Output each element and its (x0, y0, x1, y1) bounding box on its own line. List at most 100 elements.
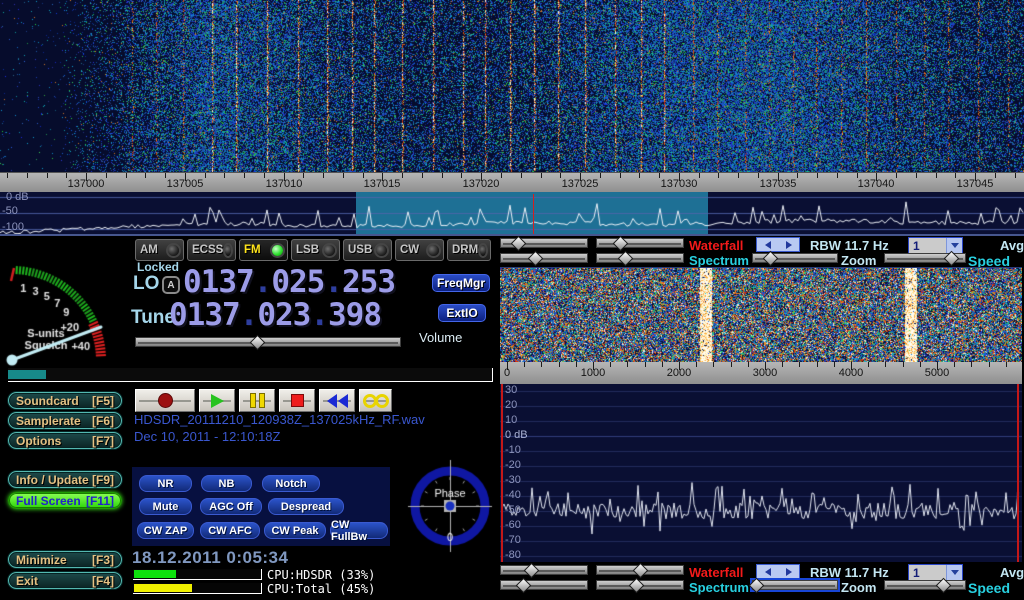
mode-cw-button[interactable]: CW (395, 239, 444, 261)
minor-tick (205, 173, 206, 178)
volume-slider[interactable] (135, 337, 401, 347)
squelch-slider[interactable] (8, 368, 493, 382)
nb-button[interactable]: NB (201, 475, 252, 492)
minor-tick (713, 362, 714, 367)
db-tick-label: -30 (505, 475, 521, 486)
play-button[interactable] (199, 389, 235, 412)
main-spectrum-display[interactable]: 0 dB-50-100 (0, 192, 1024, 236)
scroll-left-icon[interactable] (757, 565, 778, 578)
db-tick-label: -50 (505, 505, 521, 516)
agc-off-button[interactable]: AGC Off (200, 498, 262, 515)
extio-button[interactable]: ExtIO (438, 304, 486, 322)
scroll-left-icon[interactable] (757, 238, 778, 251)
scroll-right-icon[interactable] (778, 238, 799, 251)
waterfall-contrast-slider-bottom[interactable] (596, 565, 684, 575)
main-waterfall-display[interactable] (0, 0, 1024, 172)
mode-lsb-button[interactable]: LSB (291, 239, 340, 261)
lo-frequency-display[interactable]: 0137.025.253 (183, 266, 395, 299)
spectrum-brightness-slider[interactable] (500, 253, 588, 263)
slider-thumb[interactable] (748, 578, 764, 594)
band-scrollbar[interactable] (756, 237, 800, 252)
minor-tick (126, 173, 127, 178)
cw-fullbw-button[interactable]: CW FullBw (330, 522, 388, 539)
db-tick-label: -60 (505, 520, 521, 531)
scroll-right-icon[interactable] (778, 565, 799, 578)
avg-dropdown[interactable]: 1 (908, 237, 963, 254)
rewind-button[interactable] (319, 389, 355, 412)
frequency-tick-label: 4000 (839, 367, 863, 379)
slider-thumb[interactable] (763, 251, 779, 267)
auto-lo-button[interactable]: A (162, 276, 180, 294)
samplerate-button[interactable]: Samplerate[F6] (8, 412, 122, 429)
mode-drm-button[interactable]: DRM (447, 239, 491, 261)
slider-thumb[interactable] (511, 236, 527, 252)
spectrum-brightness-slider-bottom[interactable] (500, 580, 588, 590)
mode-ecss-button[interactable]: ECSS (187, 239, 236, 261)
zoom-slider[interactable] (752, 253, 838, 263)
nr-button[interactable]: NR (139, 475, 192, 492)
slider-thumb[interactable] (613, 236, 629, 252)
freq-mgr-button[interactable]: FreqMgr (432, 274, 490, 292)
notch-button[interactable]: Notch (262, 475, 320, 492)
waterfall-contrast-slider[interactable] (596, 238, 684, 248)
mode-label: LSB (296, 244, 322, 256)
minor-tick (738, 173, 739, 178)
frequency-tick-label: 2000 (667, 367, 691, 379)
cw-zap-button[interactable]: CW ZAP (137, 522, 194, 539)
slider-thumb[interactable] (935, 578, 951, 594)
mode-am-button[interactable]: AM (135, 239, 184, 261)
band-edge-marker-left (501, 384, 503, 562)
band-scrollbar-bottom[interactable] (756, 564, 800, 579)
slider-thumb[interactable] (944, 251, 960, 267)
cw-peak-button[interactable]: CW Peak (264, 522, 326, 539)
minor-tick (834, 362, 835, 367)
led-icon (324, 245, 335, 256)
mode-fm-button[interactable]: FM (239, 239, 288, 261)
dropdown-arrow-icon[interactable] (946, 238, 962, 253)
spectrum-contrast-slider[interactable] (596, 253, 684, 263)
dropdown-arrow-icon[interactable] (946, 565, 962, 580)
db-tick-label: 0 dB (505, 430, 528, 441)
button-key: [F5] (92, 394, 114, 408)
slider-thumb[interactable] (633, 563, 649, 579)
loop-button[interactable] (359, 389, 392, 412)
minor-tick (903, 362, 904, 367)
avg-dropdown-bottom[interactable]: 1 (908, 564, 963, 581)
cpu-total-label: CPU:Total (45%) (267, 582, 375, 596)
info-update-button[interactable]: Info / Update[F9] (8, 471, 122, 488)
frequency-scale[interactable]: 1370001370051370101370151370201370251370… (0, 172, 1024, 192)
spectrum-contrast-slider-bottom[interactable] (596, 580, 684, 590)
speed-slider[interactable] (884, 253, 966, 263)
waterfall-brightness-slider[interactable] (500, 238, 588, 248)
speed-slider-bottom[interactable] (884, 580, 966, 590)
waterfall-brightness-slider-bottom[interactable] (500, 565, 588, 575)
minor-tick (954, 362, 955, 367)
slider-thumb[interactable] (628, 578, 644, 594)
options-button[interactable]: Options[F7] (8, 432, 122, 449)
record-icon (158, 393, 173, 408)
slider-thumb[interactable] (250, 335, 266, 351)
audio-spectrum-display[interactable]: 3020100 dB-10-20-30-40-50-60-70-80 (500, 384, 1022, 562)
slider-thumb[interactable] (515, 578, 531, 594)
slider-thumb[interactable] (617, 251, 633, 267)
cpu-hdsdr-bar (133, 569, 262, 580)
cw-afc-button[interactable]: CW AFC (200, 522, 260, 539)
fullscreen-button[interactable]: Full Screen[F11] (8, 492, 122, 509)
audio-waterfall-display[interactable] (500, 267, 1022, 363)
stop-button[interactable] (279, 389, 315, 412)
zoom-slider-bottom[interactable] (752, 580, 838, 590)
mode-usb-button[interactable]: USB (343, 239, 392, 261)
minor-tick (524, 362, 525, 367)
tune-frequency-display[interactable]: 0137.023.398 (169, 299, 381, 332)
pause-button[interactable] (239, 389, 275, 412)
slider-thumb[interactable] (528, 251, 544, 267)
audio-frequency-scale[interactable]: 010002000300040005000 (500, 362, 1022, 384)
despread-button[interactable]: Despread (268, 498, 344, 515)
slider-thumb[interactable] (524, 563, 540, 579)
minimize-button[interactable]: Minimize[F3] (8, 551, 122, 568)
record-button[interactable] (135, 389, 195, 412)
minor-tick (645, 362, 646, 367)
mute-button[interactable]: Mute (139, 498, 192, 515)
exit-button[interactable]: Exit[F4] (8, 572, 122, 589)
soundcard-button[interactable]: Soundcard[F5] (8, 392, 122, 409)
